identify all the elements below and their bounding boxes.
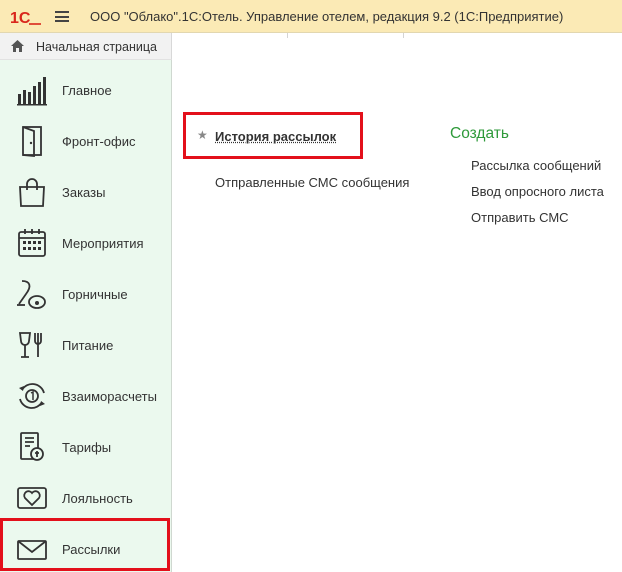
tab-divider [403,33,404,38]
main-menu-icon[interactable] [55,11,69,22]
sidebar-item-label: Фронт-офис [62,134,136,149]
sidebar-item-loyalty[interactable]: Лояльность [0,472,172,523]
svg-text:1C: 1C [10,10,31,26]
tab-divider [287,33,288,38]
highlight-frame [0,518,170,571]
sections-panel: Главное Фронт-офис Заказы Мероприятия Го… [0,60,172,572]
create-mailing-link[interactable]: Рассылка сообщений [471,158,601,173]
chart-bars-icon [17,77,47,106]
sidebar-item-label: Лояльность [62,491,133,506]
app-title: ООО "Облако".1С:Отель. Управление отелем… [90,9,564,24]
sidebar-item-housekeeping[interactable]: Горничные [0,268,172,319]
home-page-label: Начальная страница [36,40,157,54]
create-questionnaire-link[interactable]: Ввод опросного листа [471,184,604,199]
sidebar-item-main[interactable]: Главное [0,64,172,115]
create-section-title: Создать [450,125,509,142]
sidebar-item-catering[interactable]: Питание [0,319,172,370]
shopping-bag-icon [19,178,45,207]
settlement-cycle-icon [19,383,45,409]
sidebar-item-label: Питание [62,338,114,353]
calendar-icon [18,229,46,257]
sidebar-item-label: Заказы [62,185,106,200]
sidebar-item-label: Мероприятия [62,236,144,251]
tariff-card-icon [20,432,44,461]
heart-card-icon [17,487,47,509]
sidebar-item-events[interactable]: Мероприятия [0,217,172,268]
1c-logo-icon[interactable]: 1C [10,8,42,26]
sidebar-item-settlements[interactable]: Взаиморасчеты [0,370,172,421]
vacuum-cleaner-icon [17,280,46,309]
door-icon [22,126,42,157]
sidebar-item-orders[interactable]: Заказы [0,166,172,217]
sidebar-item-label: Тарифы [62,440,112,455]
sidebar-item-label: Взаиморасчеты [62,389,157,404]
sidebar-item-tariffs[interactable]: Тарифы [0,421,172,472]
cup-fork-icon [18,332,42,358]
sidebar-item-label: Главное [62,83,112,98]
sidebar-item-front-office[interactable]: Фронт-офис [0,115,172,166]
home-row: Начальная страница [0,33,622,60]
highlight-frame [183,112,363,159]
send-sms-link[interactable]: Отправить СМС [471,210,569,225]
sidebar-item-label: Горничные [62,287,128,302]
sent-sms-link[interactable]: Отправленные СМС сообщения [215,175,409,190]
home-page-tab[interactable]: Начальная страница [0,33,172,60]
home-icon [11,40,24,52]
title-bar: 1C ООО "Облако".1С:Отель. Управление оте… [0,0,622,33]
